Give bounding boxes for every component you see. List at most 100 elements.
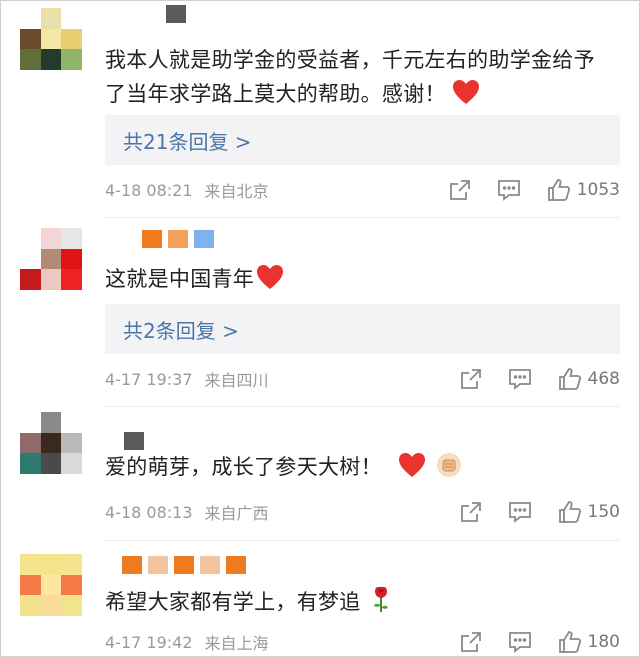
- comment-actions: 150: [460, 500, 620, 524]
- rose-emoji-icon: [371, 585, 391, 623]
- comment-text: 我本人就是助学金的受益者，千元左右的助学金给予了当年求学路上莫大的帮助。感谢！: [105, 43, 615, 115]
- avatar-pixel: [40, 8, 62, 29]
- avatar-pixel: [40, 248, 62, 270]
- comment-button[interactable]: [508, 368, 532, 390]
- avatar-pixel: [20, 269, 41, 290]
- comment-text-content: 这就是中国青年: [105, 267, 255, 291]
- like-button[interactable]: 1053: [547, 178, 620, 202]
- avatar[interactable]: [20, 412, 82, 474]
- share-icon: [449, 180, 470, 200]
- comment-button[interactable]: [497, 179, 521, 201]
- avatar-pixel: [40, 228, 62, 249]
- username[interactable]: [140, 5, 192, 23]
- like-count: 468: [587, 369, 620, 389]
- thumbs-up-icon: [558, 368, 581, 390]
- avatar-pixel: [20, 432, 41, 454]
- like-button[interactable]: 180: [558, 630, 620, 654]
- share-icon: [460, 502, 481, 522]
- avatar-pixel: [20, 248, 41, 270]
- comment-time: 4-18 08:21: [105, 180, 193, 200]
- divider: [105, 406, 620, 407]
- replies-link[interactable]: 共2条回复 >: [105, 304, 620, 354]
- avatar-pixel: [61, 28, 82, 50]
- like-button[interactable]: 468: [558, 367, 620, 391]
- share-button[interactable]: [460, 368, 482, 390]
- username-mosaic-block: [148, 556, 168, 574]
- fist-emoji-icon: [436, 452, 462, 488]
- avatar-pixel: [20, 28, 41, 50]
- like-count: 180: [587, 632, 620, 652]
- replies-label: 共21条回复 >: [123, 129, 252, 154]
- username-mosaic-block: [142, 230, 162, 248]
- avatar-pixel: [40, 453, 62, 474]
- username-mosaic-block: [174, 556, 194, 574]
- avatar-pixel: [20, 8, 41, 29]
- share-button[interactable]: [460, 501, 482, 523]
- avatar-pixel: [20, 412, 41, 433]
- share-button[interactable]: [449, 179, 471, 201]
- avatar-pixel: [20, 453, 41, 474]
- avatar-pixel: [20, 228, 41, 249]
- avatar-pixel: [61, 248, 82, 270]
- avatar-pixel: [20, 595, 41, 616]
- comment-button[interactable]: [508, 631, 532, 653]
- share-icon: [460, 632, 481, 652]
- divider: [105, 217, 620, 218]
- avatar-pixel: [40, 412, 62, 433]
- comment-icon: [497, 180, 520, 201]
- comment-icon: [508, 369, 531, 390]
- avatar-pixel: [61, 554, 82, 575]
- avatar-pixel: [40, 574, 62, 596]
- comment-button[interactable]: [508, 501, 532, 523]
- avatar-pixel: [61, 432, 82, 454]
- avatar-pixel: [61, 228, 82, 249]
- comment-text: 希望大家都有学上，有梦追: [105, 585, 615, 623]
- username-mosaic-block: [194, 230, 214, 248]
- username-mosaic-block: [168, 230, 188, 248]
- comment-time: 4-18 08:13: [105, 502, 193, 522]
- comment-text-content: 我本人就是助学金的受益者，千元左右的助学金给予了当年求学路上莫大的帮助。感谢！: [105, 48, 595, 106]
- like-button[interactable]: 150: [558, 500, 620, 524]
- avatar-pixel: [61, 269, 82, 290]
- avatar-pixel: [20, 49, 41, 70]
- thumbs-up-icon: [558, 501, 581, 523]
- username[interactable]: [124, 432, 150, 450]
- share-button[interactable]: [460, 631, 482, 653]
- avatar[interactable]: [20, 8, 82, 70]
- avatar-pixel: [40, 269, 62, 290]
- avatar[interactable]: [20, 228, 82, 290]
- comment-actions: 1053: [449, 178, 620, 202]
- avatar-pixel: [20, 554, 41, 575]
- like-count: 150: [587, 502, 620, 522]
- avatar-pixel: [61, 8, 82, 29]
- heart-emoji-icon: [398, 452, 426, 488]
- avatar-pixel: [40, 432, 62, 454]
- comment-time: 4-17 19:37: [105, 369, 193, 389]
- comment-location: 来自四川: [204, 371, 269, 390]
- comment-time: 4-17 19:42: [105, 632, 193, 652]
- avatar-pixel: [40, 49, 62, 70]
- comment-location: 来自北京: [204, 182, 269, 201]
- avatar-pixel: [40, 554, 62, 575]
- username-mosaic-block: [200, 556, 220, 574]
- comment-location: 来自广西: [204, 504, 269, 523]
- username-mosaic-block: [226, 556, 246, 574]
- thumbs-up-icon: [558, 631, 581, 653]
- comment-actions: 180: [460, 630, 620, 654]
- replies-link[interactable]: 共21条回复 >: [105, 115, 620, 165]
- avatar-pixel: [61, 49, 82, 70]
- username[interactable]: [122, 556, 252, 574]
- heart-emoji-icon: [256, 264, 284, 300]
- avatar-pixel: [40, 28, 62, 50]
- avatar-pixel: [61, 574, 82, 596]
- comment-actions: 468: [460, 367, 620, 391]
- comment-text: 爱的萌芽，成长了参天大树！: [105, 450, 615, 488]
- avatar-pixel: [61, 595, 82, 616]
- comment-text-content: 希望大家都有学上，有梦追: [105, 590, 361, 614]
- like-count: 1053: [576, 180, 620, 200]
- avatar-pixel: [61, 412, 82, 433]
- comment-icon: [508, 632, 531, 653]
- username[interactable]: [142, 230, 220, 248]
- avatar[interactable]: [20, 554, 82, 616]
- thumbs-up-icon: [547, 179, 570, 201]
